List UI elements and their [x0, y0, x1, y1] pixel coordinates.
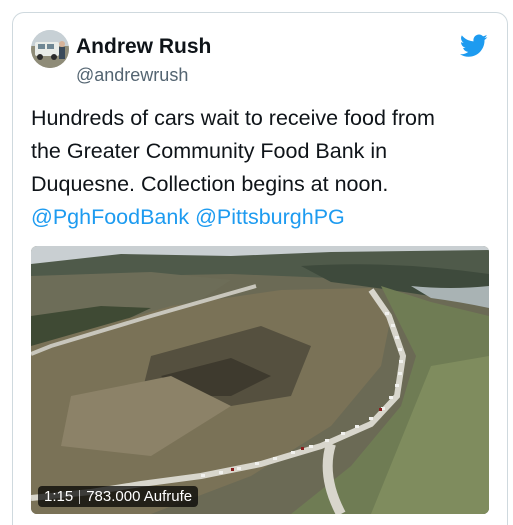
tweet-text-line: Duquesne. Collection begins at noon.: [31, 172, 389, 196]
divider: [79, 489, 81, 504]
avatar-photo: [31, 30, 69, 68]
mention-line: @PghFoodBank @PittsburghPG: [31, 201, 496, 234]
video-duration: 1:15: [44, 488, 74, 505]
author-avatar[interactable]: [31, 30, 69, 68]
video-info-badge: 1:15 783.000 Aufrufe: [38, 486, 199, 507]
video-view-count: 783.000 Aufrufe: [86, 488, 193, 505]
author-name[interactable]: Andrew Rush: [76, 35, 211, 59]
tweet-text: Hundreds of cars wait to receive food fr…: [31, 102, 496, 234]
author-handle[interactable]: @andrewrush: [76, 65, 188, 86]
video-player[interactable]: 1:15 783.000 Aufrufe: [31, 246, 489, 514]
tweet-card[interactable]: Andrew Rush @andrewrush Hundreds of cars…: [12, 12, 508, 525]
mention-link-pghfoodbank[interactable]: @PghFoodBank: [31, 205, 189, 229]
twitter-bird-icon[interactable]: [460, 34, 488, 58]
tweet-text-line: the Greater Community Food Bank in: [31, 139, 388, 163]
tweet-text-line: Hundreds of cars wait to receive food fr…: [31, 106, 435, 130]
mention-link-pittsburghpg[interactable]: @PittsburghPG: [195, 205, 345, 229]
video-thumbnail: [31, 246, 489, 514]
